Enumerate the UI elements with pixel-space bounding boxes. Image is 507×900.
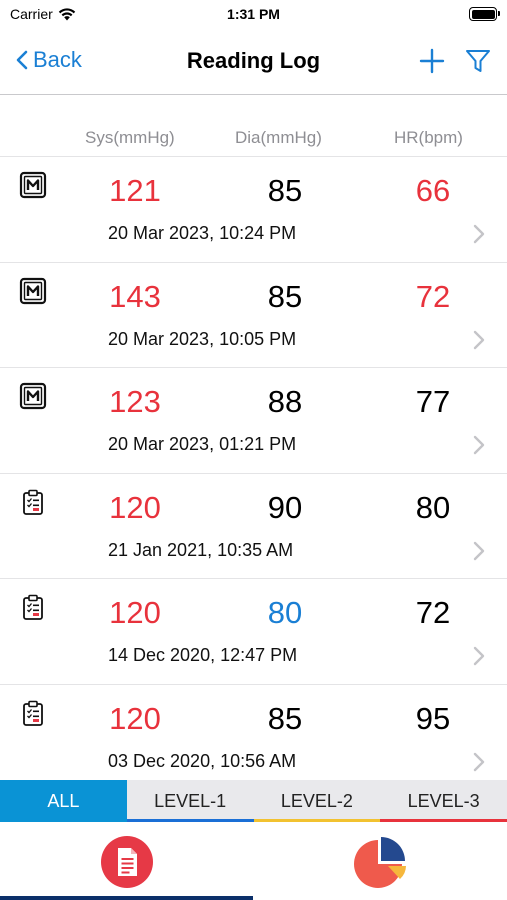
dia-value: 90 (267, 489, 303, 525)
back-label: Back (33, 47, 82, 72)
level-tab-level-1[interactable]: LEVEL-1 (126, 780, 254, 822)
dia-value: 85 (267, 278, 303, 314)
column-dia: Dia(mmHg) (235, 128, 322, 147)
reading-date: 20 Mar 2023, 10:24 PM (108, 223, 297, 243)
chevron-right-icon (473, 646, 485, 666)
level-tab-all[interactable]: ALL (0, 780, 127, 822)
reading-date: 14 Dec 2020, 12:47 PM (108, 645, 298, 665)
hr-value: 95 (415, 700, 451, 736)
level-tab-label: LEVEL-2 (280, 791, 353, 811)
status-bar: Carrier 1:31 PM (0, 0, 507, 30)
manual-m-icon (19, 277, 47, 305)
manual-m-icon (19, 171, 47, 199)
chevron-left-icon (16, 50, 28, 70)
reading-row[interactable]: 123 88 77 20 Mar 2023, 01:21 PM (0, 367, 507, 473)
hr-value: 72 (415, 595, 451, 630)
status-time: 1:31 PM (227, 6, 280, 22)
dia-value: 85 (267, 700, 303, 736)
level-tab-level-2[interactable]: LEVEL-2 (253, 780, 381, 822)
manual-m-icon (19, 382, 47, 410)
navigation-bar: Back Reading Log (0, 30, 507, 95)
tab-reading-log[interactable] (0, 822, 253, 900)
level-tab-label: LEVEL-3 (407, 791, 480, 811)
clipboard-icon (19, 699, 47, 727)
hr-value: 80 (415, 489, 451, 525)
column-hr: HR(bpm) (394, 128, 463, 147)
reading-list: 121 85 66 20 Mar 2023, 10:24 PM 143 85 72 20 Ma… (0, 156, 507, 779)
chevron-right-icon (473, 330, 485, 349)
sys-value: 120 (109, 595, 161, 630)
reading-date: 20 Mar 2023, 01:21 PM (108, 434, 297, 454)
sys-value: 120 (109, 700, 161, 736)
sys-value: 120 (109, 489, 161, 525)
level-tabs: ALL LEVEL-1 LEVEL-2 LEVEL-3 (0, 780, 507, 822)
tab-statistics[interactable] (254, 822, 507, 900)
pie-chart-icon (354, 837, 406, 888)
column-sys: Sys(mmHg) (85, 128, 175, 147)
sys-value: 123 (109, 384, 161, 419)
level-tab-label: LEVEL-1 (154, 791, 227, 811)
document-icon (101, 836, 153, 888)
level-tab-label: ALL (47, 791, 80, 811)
tab-selected-indicator (0, 896, 253, 900)
hr-value: 66 (415, 173, 451, 208)
reading-date: 21 Jan 2021, 10:35 AM (108, 539, 294, 560)
reading-row[interactable]: 143 85 72 20 Mar 2023, 10:05 PM (0, 261, 507, 368)
dia-value: 88 (267, 384, 303, 419)
reading-row[interactable]: 120 90 80 21 Jan 2021, 10:35 AM (0, 472, 507, 579)
dia-value: 85 (267, 173, 303, 208)
reading-row[interactable]: 120 85 95 03 Dec 2020, 10:56 AM (0, 683, 507, 780)
back-button[interactable]: Back (16, 47, 82, 73)
chevron-right-icon (473, 435, 485, 455)
chevron-right-icon (473, 752, 485, 771)
battery-icon (469, 7, 500, 21)
dia-value: 80 (267, 595, 303, 630)
sys-value: 143 (109, 278, 161, 314)
hr-value: 77 (415, 384, 451, 419)
reading-date: 03 Dec 2020, 10:56 AM (108, 750, 297, 771)
chevron-right-icon (473, 224, 485, 244)
add-icon[interactable] (418, 47, 446, 75)
reading-row[interactable]: 120 80 72 14 Dec 2020, 12:47 PM (0, 578, 507, 684)
level-tab-level-3[interactable]: LEVEL-3 (380, 780, 507, 822)
filter-icon[interactable] (465, 48, 491, 74)
column-header: Sys(mmHg) Dia(mmHg) HR(bpm) (0, 128, 507, 152)
clipboard-icon (19, 593, 47, 621)
hr-value: 72 (415, 278, 451, 314)
reading-row[interactable]: 121 85 66 20 Mar 2023, 10:24 PM (0, 156, 507, 262)
clipboard-icon (19, 488, 47, 516)
sys-value: 121 (109, 173, 161, 208)
reading-date: 20 Mar 2023, 10:05 PM (108, 328, 297, 349)
bottom-tab-bar (0, 822, 507, 900)
chevron-right-icon (473, 541, 485, 560)
